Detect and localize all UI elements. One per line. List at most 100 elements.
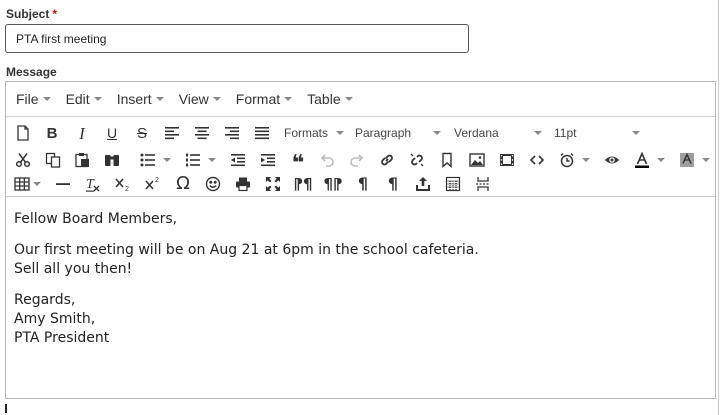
menu-edit[interactable]: Edit (60, 86, 108, 112)
menu-view[interactable]: View (173, 86, 227, 112)
outdent-icon[interactable] (226, 148, 250, 172)
spellcheck-icon[interactable] (441, 172, 465, 196)
numbered-list-caret-icon[interactable] (208, 158, 216, 162)
rich-text-editor: File Edit Insert View Format Table B I U… (5, 81, 716, 399)
menu-insert[interactable]: Insert (111, 86, 170, 112)
page-break-icon[interactable] (471, 172, 495, 196)
subject-input[interactable] (5, 24, 469, 53)
font-size-dropdown[interactable]: 11pt (554, 121, 642, 145)
menu-edit-label: Edit (65, 91, 90, 107)
required-mark: * (52, 7, 58, 21)
numbered-list-icon[interactable] (181, 148, 205, 172)
show-blocks-icon[interactable]: ¶ (351, 172, 375, 196)
menu-table[interactable]: Table (301, 86, 358, 112)
background-color-caret-icon[interactable] (702, 158, 710, 162)
svg-text:2: 2 (155, 177, 159, 184)
body-paragraph: Our first meeting will be on Aug 21 at 6… (14, 241, 707, 279)
body-line-1: Our first meeting will be on Aug 21 at 6… (14, 242, 479, 258)
align-left-icon[interactable] (160, 121, 184, 145)
text-color-caret-icon[interactable] (657, 158, 665, 162)
formats-dropdown[interactable]: Formats (284, 121, 346, 145)
clear-formatting-icon[interactable]: T (81, 172, 105, 196)
menu-format-label: Format (235, 91, 281, 107)
body-line-2: Sell all you then! (14, 261, 133, 277)
insert-file-icon[interactable] (411, 172, 435, 196)
table-caret-icon[interactable] (33, 182, 41, 186)
copy-icon[interactable] (41, 148, 65, 172)
insert-time-caret-icon[interactable] (582, 158, 590, 162)
message-label: Message (6, 65, 57, 79)
menu-table-label: Table (307, 91, 341, 107)
unlink-icon[interactable] (405, 148, 429, 172)
align-right-icon[interactable] (220, 121, 244, 145)
chevron-down-icon (42, 97, 51, 101)
visual-chars-icon[interactable]: ¶ (381, 172, 405, 196)
align-center-icon[interactable] (190, 121, 214, 145)
align-justify-icon[interactable] (250, 121, 274, 145)
menu-file[interactable]: File (10, 86, 57, 112)
subject-label-text: Subject (6, 7, 50, 21)
print-icon[interactable] (231, 172, 255, 196)
chevron-down-icon (534, 131, 542, 135)
insert-time-icon[interactable] (555, 148, 579, 172)
code-icon[interactable] (525, 148, 549, 172)
chevron-down-icon (433, 131, 441, 135)
undo-icon[interactable] (315, 148, 339, 172)
editor-menubar: File Edit Insert View Format Table (6, 82, 715, 116)
italic-icon[interactable]: I (70, 121, 94, 145)
chevron-down-icon (155, 97, 164, 101)
preview-icon[interactable] (600, 148, 624, 172)
editor-content[interactable]: Fellow Board Members, Our first meeting … (6, 198, 715, 398)
paste-icon[interactable] (70, 148, 94, 172)
menu-format[interactable]: Format (230, 86, 298, 112)
horizontal-rule-icon[interactable] (51, 172, 75, 196)
toolbar-row-3: T 2 2 Ω ⁋¶ ¶⁋ ¶ ¶ (6, 172, 715, 196)
bullet-list-caret-icon[interactable] (163, 158, 171, 162)
special-character-icon[interactable]: Ω (171, 172, 195, 196)
indent-icon[interactable] (256, 148, 280, 172)
link-icon[interactable] (375, 148, 399, 172)
find-replace-icon[interactable] (100, 148, 124, 172)
redo-icon[interactable] (345, 148, 369, 172)
font-family-dropdown[interactable]: Verdana (454, 121, 544, 145)
block-format-label: Paragraph (355, 126, 412, 140)
media-icon[interactable] (495, 148, 519, 172)
background-color-icon[interactable] (675, 148, 699, 172)
table-icon[interactable] (10, 172, 34, 196)
menu-insert-label: Insert (116, 91, 152, 107)
closing-line: Regards, (14, 292, 76, 308)
bold-icon[interactable]: B (40, 121, 64, 145)
menu-view-label: View (178, 91, 209, 107)
blockquote-icon[interactable]: ❝ (286, 148, 310, 175)
chevron-down-icon (344, 97, 353, 101)
chevron-down-icon (632, 131, 640, 135)
bullet-list-icon[interactable] (136, 148, 160, 172)
subscript-icon[interactable]: 2 (111, 172, 135, 196)
chevron-down-icon (284, 97, 293, 101)
font-size-label: 11pt (554, 126, 577, 140)
formats-label: Formats (284, 126, 329, 140)
chevron-down-icon (336, 131, 344, 135)
new-document-icon[interactable] (11, 121, 35, 145)
toolbar-row-2: ❝ (6, 148, 715, 175)
superscript-icon[interactable]: 2 (141, 172, 165, 196)
rtl-icon[interactable]: ¶⁋ (321, 172, 345, 196)
underline-icon[interactable]: U (100, 121, 124, 145)
strikethrough-icon[interactable]: S (130, 121, 154, 145)
signature-paragraph: Regards, Amy Smith, PTA President (14, 291, 707, 348)
signer-title: PTA President (14, 330, 110, 346)
fullscreen-icon[interactable] (261, 172, 285, 196)
svg-text:T: T (86, 177, 95, 192)
emoticons-icon[interactable] (201, 172, 225, 196)
subject-label: Subject * (6, 7, 57, 21)
cut-icon[interactable] (11, 148, 35, 172)
anchor-icon[interactable] (435, 148, 459, 172)
text-color-icon[interactable] (630, 148, 654, 172)
greeting-paragraph: Fellow Board Members, (14, 211, 178, 227)
block-format-dropdown[interactable]: Paragraph (355, 121, 443, 145)
toolbar-row-1: B I U S Formats Paragraph Verdana 11pt (6, 121, 715, 145)
chevron-down-icon (212, 97, 221, 101)
image-icon[interactable] (465, 148, 489, 172)
ltr-icon[interactable]: ⁋¶ (291, 172, 315, 196)
font-family-label: Verdana (454, 126, 499, 140)
